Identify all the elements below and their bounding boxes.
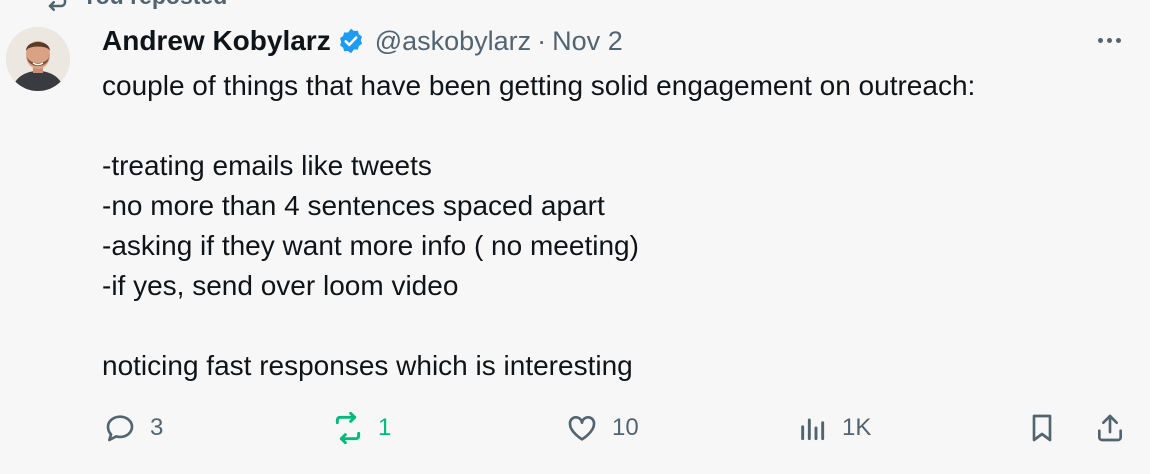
- action-bar: 3 1 10 1K: [0, 408, 1150, 448]
- repost-count: 1: [378, 414, 392, 441]
- bookmark-icon: [1032, 414, 1052, 442]
- tweet-line: noticing fast responses which is interes…: [102, 350, 633, 381]
- avatar-image: [6, 27, 70, 91]
- analytics-icon: [801, 418, 825, 441]
- heart-icon: [568, 416, 596, 441]
- header-separator: ·: [537, 25, 547, 56]
- more-options-button[interactable]: [1092, 26, 1126, 54]
- repost-banner-label: You reposted: [82, 0, 227, 10]
- like-button[interactable]: 10: [566, 408, 639, 448]
- more-dot-icon: [1106, 37, 1112, 43]
- more-dot-icon: [1115, 37, 1121, 43]
- tweet-body: couple of things that have been getting …: [102, 66, 1102, 386]
- views-button[interactable]: 1K: [796, 408, 871, 448]
- repost-button[interactable]: 1: [332, 408, 391, 448]
- repost-icon: [48, 0, 67, 11]
- reply-button[interactable]: 3: [104, 408, 163, 448]
- bookmark-button[interactable]: [1026, 408, 1058, 448]
- verified-badge-icon[interactable]: [337, 27, 365, 55]
- like-count: 10: [612, 414, 639, 441]
- tweet-line: -if yes, send over loom video: [102, 270, 459, 301]
- views-count: 1K: [842, 414, 872, 441]
- author-name[interactable]: Andrew Kobylarz: [102, 25, 331, 57]
- more-dot-icon: [1097, 37, 1103, 43]
- author-handle[interactable]: @askobylarz: [375, 26, 531, 57]
- reply-icon: [106, 415, 134, 442]
- tweet-line: couple of things that have been getting …: [102, 70, 976, 101]
- repost-icon: [335, 412, 361, 444]
- share-icon: [1098, 414, 1122, 442]
- repost-banner[interactable]: You reposted: [40, 0, 227, 11]
- tweet-header: Andrew Kobylarz @askobylarz · Nov 2: [102, 22, 623, 60]
- tweet-line: -treating emails like tweets: [102, 150, 432, 181]
- tweet-date[interactable]: Nov 2: [552, 26, 623, 57]
- reply-count: 3: [150, 414, 164, 441]
- tweet-line: -asking if they want more info ( no meet…: [102, 230, 639, 261]
- tweet-line: -no more than 4 sentences spaced apart: [102, 190, 605, 221]
- avatar[interactable]: [6, 27, 70, 91]
- share-button[interactable]: [1094, 408, 1126, 448]
